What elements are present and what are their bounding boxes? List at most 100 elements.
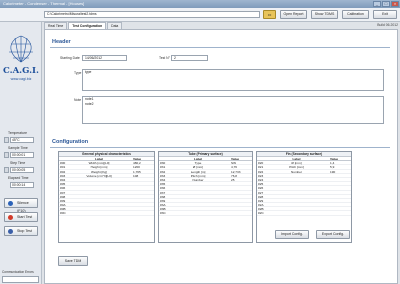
step-time-field[interactable]: 00:00:05 <box>10 167 34 173</box>
cagi-logo: C.A.G.I. www.cagi.biz <box>3 35 39 81</box>
row-label <box>168 211 228 214</box>
row-value <box>327 199 351 202</box>
row-id: #2C <box>258 211 264 216</box>
step-time-spinner[interactable] <box>4 167 9 173</box>
table-row[interactable]: #0C <box>59 211 154 216</box>
row-value <box>327 174 351 177</box>
row-value: 5,9 <box>330 165 335 170</box>
logo-url: www.cagi.biz <box>11 77 32 81</box>
folder-icon[interactable]: ▭ <box>263 10 276 19</box>
row-label <box>266 182 327 185</box>
stop-label: Stop Test <box>17 229 32 233</box>
row-value <box>130 191 154 194</box>
row-value <box>327 207 351 210</box>
title-bar: Calorimeter - Condenser - Thermal - [Hou… <box>0 0 400 8</box>
row-id: #3C <box>160 211 166 216</box>
row-label <box>168 186 228 189</box>
row-id: #27 <box>258 190 264 195</box>
row-value <box>228 207 252 210</box>
start-label: Start Test <box>17 215 33 219</box>
maximize-icon[interactable]: □ <box>382 1 390 7</box>
row-label <box>266 207 327 210</box>
temperature-spinner[interactable] <box>4 137 9 143</box>
row-value <box>327 195 351 198</box>
exit-button[interactable]: Exit <box>373 10 397 19</box>
starting-date-label: Starting Date <box>60 56 80 60</box>
type-field[interactable]: type <box>82 69 384 91</box>
row-value <box>228 186 252 189</box>
save-tdm-button[interactable]: Save TDM <box>58 256 88 266</box>
row-value <box>327 203 351 206</box>
elapsed-time-label: Elapsed Time <box>8 176 29 180</box>
tab-data[interactable]: Data <box>107 22 123 29</box>
row-label: Length [m] <box>190 169 206 174</box>
row-label: Number <box>290 169 302 174</box>
row-id: #3A <box>160 203 166 208</box>
temperature-field[interactable]: 45°C <box>10 137 34 143</box>
row-value: 1,765 <box>133 169 141 174</box>
tab-test-configuration[interactable]: Test Configuration <box>68 22 107 29</box>
row-label <box>68 195 130 198</box>
row-value <box>228 191 252 194</box>
header-section-title: Header <box>52 39 71 45</box>
tab-real-time[interactable]: Real Time <box>44 22 68 29</box>
close-icon[interactable]: × <box>391 1 399 7</box>
row-value <box>327 186 351 189</box>
table-row[interactable]: #2C <box>257 211 351 216</box>
sample-time-field[interactable]: 00:00:01 <box>10 152 34 158</box>
row-label: Ø [mm] <box>192 165 204 170</box>
stop-test-button[interactable]: Stop Test <box>4 226 38 236</box>
row-label <box>266 174 327 177</box>
row-label <box>266 191 327 194</box>
row-label <box>68 207 130 210</box>
note-field[interactable]: note1 note2 <box>82 96 384 124</box>
row-value <box>130 203 154 206</box>
row-id: #37 <box>160 190 166 195</box>
import-config-button[interactable]: Import Config. <box>275 230 309 239</box>
test-number-field[interactable]: 2 <box>171 55 208 61</box>
label-column-header: Label <box>94 157 104 161</box>
row-label <box>266 199 327 202</box>
row-value <box>228 199 252 202</box>
sample-time-spinner[interactable] <box>4 152 9 158</box>
export-config-button[interactable]: Export Config. <box>316 230 350 239</box>
row-value <box>228 203 252 206</box>
starting-date-field[interactable]: 14/06/2012 <box>82 55 127 61</box>
row-id: #24 <box>258 177 264 182</box>
file-path-field[interactable]: C:\Calorimetro\Misura\test2.tdms <box>44 11 260 18</box>
minimize-icon[interactable]: _ <box>373 1 381 7</box>
table-row[interactable]: #3C <box>159 211 252 216</box>
row-id: #05 <box>60 182 66 187</box>
general-characteristics-table: General physical characteristics Label Va… <box>58 151 155 243</box>
row-label <box>68 191 130 194</box>
row-id: #2A <box>258 203 264 208</box>
row-value: 76,8 <box>231 173 238 178</box>
row-id: #03 <box>60 173 66 178</box>
row-label <box>266 195 327 198</box>
record-icon <box>8 215 13 220</box>
header-divider <box>50 47 390 48</box>
row-label: Number <box>192 177 204 182</box>
comm-errors-label: Communication Errors <box>2 270 34 274</box>
calibration-button[interactable]: Calibration <box>342 10 369 19</box>
row-value: 480,2 <box>133 161 141 166</box>
row-id: #3B <box>160 207 166 212</box>
window-controls: _ □ × <box>373 1 399 7</box>
note-label: Note <box>74 98 82 102</box>
silence-button[interactable]: Silence (F10) <box>4 198 38 213</box>
row-id: #34 <box>160 177 166 182</box>
row-value <box>130 178 154 181</box>
start-test-button[interactable]: Start Test <box>4 212 38 222</box>
row-id: #02 <box>60 169 66 174</box>
open-report-button[interactable]: Open Report <box>280 10 307 19</box>
row-id: #2B <box>258 207 264 212</box>
row-id: #20 <box>258 161 264 166</box>
show-tdms-button[interactable]: Show TDMS <box>311 10 338 19</box>
note-line: note2 <box>85 102 94 106</box>
configuration-divider <box>50 147 390 148</box>
row-label <box>266 178 327 181</box>
row-id: #39 <box>160 198 166 203</box>
row-id: #22 <box>258 169 264 174</box>
row-label <box>168 182 228 185</box>
row-label: Ø [mm] <box>291 161 302 166</box>
